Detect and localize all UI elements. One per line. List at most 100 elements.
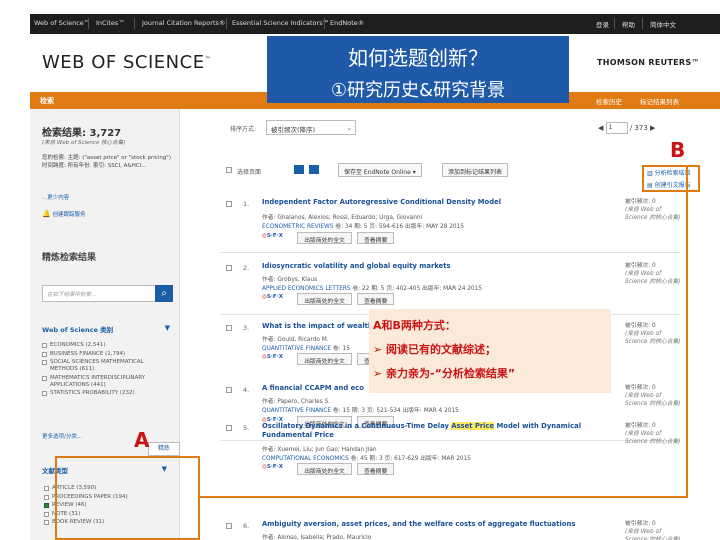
topbar-link-jcr[interactable]: Journal Citation Reports® bbox=[142, 19, 225, 27]
full-text-button[interactable]: 出版商处的全文 bbox=[297, 353, 352, 365]
language-selector[interactable]: 简体中文 bbox=[650, 19, 676, 29]
times-cited-count: 被引频次: 0 bbox=[625, 323, 656, 329]
record-meta: 卷: 15 bbox=[331, 346, 350, 352]
full-text-button[interactable]: 出版商处的全文 bbox=[297, 232, 352, 244]
checkbox[interactable] bbox=[42, 360, 47, 366]
record-meta: 卷: 45 期: 3 页: 617-629 出版年: MAR 2015 bbox=[348, 456, 471, 462]
record-title[interactable]: Idiosyncratic volatility and global equi… bbox=[262, 262, 582, 271]
sfx-icon[interactable]: ◎S·F·X bbox=[262, 354, 292, 365]
refine-search-input[interactable]: 在如下结果中检索... bbox=[42, 285, 167, 302]
results-toolbar: 选择页面 保存至 EndNote Online ▾ 添加到标记结果列表 bbox=[210, 163, 680, 179]
record-source: APPLIED ECONOMICS LETTERS 卷: 22 期: 5 页: … bbox=[262, 283, 482, 292]
record-actions: ◎S·F·X 出版商处的全文 查看摘要 bbox=[262, 232, 397, 245]
search-query: 您的检索: 主题: ("asset price" or "stock prici… bbox=[42, 155, 171, 169]
full-text-button[interactable]: 出版商处的全文 bbox=[297, 293, 352, 305]
record-title[interactable]: Ambiguity aversion, asset prices, and th… bbox=[262, 520, 622, 529]
record-journal[interactable]: APPLIED ECONOMICS LETTERS bbox=[262, 286, 351, 292]
topbar-link-esi[interactable]: Essential Science Indicators℠ bbox=[232, 19, 329, 27]
view-abstract-button[interactable]: 查看摘要 bbox=[357, 293, 395, 305]
checkbox[interactable] bbox=[44, 520, 49, 526]
checkbox[interactable] bbox=[42, 375, 47, 381]
record-number: 6. bbox=[243, 522, 250, 530]
record-number: 3. bbox=[243, 324, 250, 332]
topbar-link-incites[interactable]: InCites™ bbox=[96, 19, 125, 27]
checkbox[interactable] bbox=[42, 343, 47, 348]
category-item[interactable]: SOCIAL SCIENCES MATHEMATICAL METHODS (61… bbox=[42, 359, 172, 373]
wos-category-header[interactable]: Web of Science 类别 ▼ bbox=[42, 324, 170, 334]
record-authors: 作者: Papero, Charles S. bbox=[262, 399, 331, 405]
category-label: MATHEMATICS INTERDISCIPLINARY APPLICATIO… bbox=[50, 374, 146, 388]
divider bbox=[134, 18, 135, 29]
category-item[interactable]: ECONOMICS (2,541) bbox=[42, 342, 172, 349]
slide-title: 如何选题创新？ bbox=[348, 46, 488, 70]
prev-page-button[interactable]: ◀ bbox=[598, 124, 603, 132]
checkbox[interactable] bbox=[42, 391, 47, 397]
wos-logo[interactable]: WEB OF SCIENCE™ bbox=[42, 52, 211, 73]
sfx-icon[interactable]: ◎S·F·X bbox=[262, 233, 292, 244]
checkbox[interactable] bbox=[42, 351, 47, 357]
nav-search-tab[interactable]: 检索 bbox=[40, 96, 54, 106]
category-item[interactable]: MATHEMATICS INTERDISCIPLINARY APPLICATIO… bbox=[42, 375, 172, 389]
nav-search-history[interactable]: 检索历史 bbox=[596, 96, 622, 106]
nav-marked-list[interactable]: 标记结果列表 bbox=[640, 96, 679, 106]
more-options-link[interactable]: 更多选项/分类... bbox=[42, 432, 82, 440]
times-cited-source: (来自 Web of Science 的核心合集) bbox=[625, 431, 681, 445]
sfx-icon[interactable]: ◎S·F·X bbox=[262, 294, 292, 305]
record-checkbox[interactable] bbox=[226, 201, 232, 207]
record-actions: ◎S·F·X 出版商处的全文 查看摘要 bbox=[262, 293, 397, 306]
annotation-box: A和B两种方式： ➢ 阅读已有的文献综述； ➢ 亲力亲为-“分析检索结果” bbox=[369, 309, 611, 393]
refine-search-button[interactable]: ⌕ bbox=[155, 285, 173, 302]
category-label: BUSINESS FINANCE (1,794) bbox=[50, 350, 126, 357]
wos-logo-text: WEB OF SCIENCE bbox=[42, 52, 205, 73]
record-authors: 作者: Gould, Ricardo M. bbox=[262, 337, 329, 343]
annotation-heading: A和B两种方式： bbox=[373, 319, 456, 332]
record-journal[interactable]: ECONOMETRIC REVIEWS bbox=[262, 224, 333, 230]
record-checkbox[interactable] bbox=[226, 425, 232, 431]
checkbox[interactable] bbox=[44, 511, 49, 517]
chevron-down-icon: ⌄ bbox=[346, 124, 352, 132]
less-content-link[interactable]: ...更少内容 bbox=[42, 193, 69, 201]
save-endnote-button[interactable]: 保存至 EndNote Online ▾ bbox=[338, 163, 422, 177]
divider bbox=[226, 18, 227, 29]
checkbox[interactable] bbox=[44, 494, 49, 500]
divider bbox=[642, 18, 643, 29]
next-page-button[interactable]: ▶ bbox=[650, 124, 655, 132]
collapse-icon: ▼ bbox=[164, 324, 170, 332]
record-title[interactable]: Independent Factor Autoregressive Condit… bbox=[262, 198, 582, 207]
sort-select[interactable]: 被引频次(降序) ⌄ bbox=[266, 120, 356, 135]
topbar-link-wos[interactable]: Web of Science™ bbox=[34, 19, 90, 27]
refine-button[interactable]: 精炼 bbox=[148, 442, 180, 456]
record-actions: ◎S·F·X 出版商处的全文 查看摘要 bbox=[262, 463, 397, 476]
record-journal[interactable]: QUANTITATIVE FINANCE bbox=[262, 346, 331, 352]
record-title[interactable]: Oscillatory Dynamics in a Continuous-Tim… bbox=[262, 422, 582, 440]
print-icon[interactable] bbox=[294, 165, 304, 174]
view-abstract-button[interactable]: 查看摘要 bbox=[357, 232, 395, 244]
category-item[interactable]: STATISTICS PROBABILITY (232) bbox=[42, 390, 172, 397]
result-source: (来自 Web of Science 核心合集) bbox=[42, 140, 126, 146]
times-cited: 被引频次: 0 (来自 Web of Science 的核心合集) bbox=[625, 422, 685, 446]
category-item[interactable]: BUSINESS FINANCE (1,794) bbox=[42, 351, 172, 358]
login-link[interactable]: 登录 bbox=[596, 19, 609, 29]
record-journal[interactable]: QUANTITATIVE FINANCE bbox=[262, 408, 331, 414]
email-icon[interactable] bbox=[309, 165, 319, 174]
add-marked-list-button[interactable]: 添加到标记结果列表 bbox=[442, 163, 509, 177]
record-checkbox[interactable] bbox=[226, 523, 232, 529]
record-checkbox[interactable] bbox=[226, 265, 232, 271]
record-checkbox[interactable] bbox=[226, 387, 232, 393]
checkbox[interactable] bbox=[44, 486, 49, 491]
help-link[interactable]: 帮助 bbox=[622, 19, 635, 29]
checkbox-checked[interactable] bbox=[44, 503, 49, 509]
times-cited-count: 被引频次: 0 bbox=[625, 385, 656, 391]
full-text-button[interactable]: 出版商处的全文 bbox=[297, 463, 352, 475]
record-checkbox[interactable] bbox=[226, 325, 232, 331]
sort-select-value: 被引频次(降序) bbox=[271, 126, 316, 134]
select-page-checkbox[interactable] bbox=[226, 167, 232, 173]
times-cited-count: 被引频次: 0 bbox=[625, 263, 656, 269]
record-journal[interactable]: COMPUTATIONAL ECONOMICS bbox=[262, 456, 349, 462]
page-input[interactable]: 1 bbox=[605, 122, 628, 134]
sfx-icon[interactable]: ◎S·F·X bbox=[262, 464, 292, 475]
view-abstract-button[interactable]: 查看摘要 bbox=[357, 463, 395, 475]
highlight-box-a bbox=[55, 456, 200, 540]
topbar-link-endnote[interactable]: EndNote® bbox=[330, 19, 364, 27]
create-alert-link[interactable]: 🔔 创建跟踪服务 bbox=[42, 210, 85, 218]
